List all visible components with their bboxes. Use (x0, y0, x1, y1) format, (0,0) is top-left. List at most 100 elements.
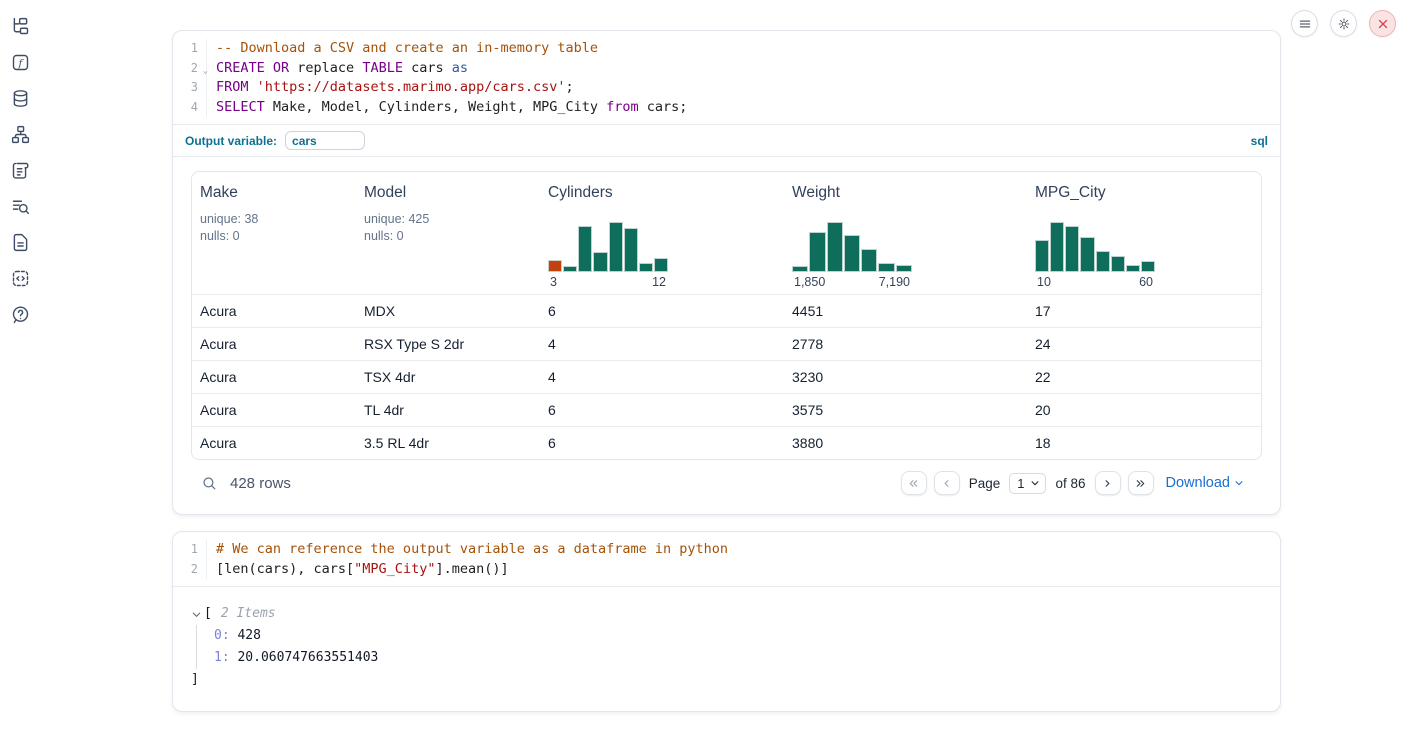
sidebar-item-snippets[interactable] (6, 266, 34, 290)
column-header-model[interactable]: Model unique: 425nulls: 0 (356, 184, 540, 294)
menu-button[interactable] (1291, 10, 1318, 37)
histogram-bar (654, 258, 668, 272)
table-row[interactable]: AcuraTL 4dr6357520 (192, 393, 1261, 426)
histogram-axis-labels: 1060 (1035, 275, 1155, 289)
data-table: Makeunique: 38nulls: 0 Model unique: 425nu… (191, 171, 1262, 460)
file-tree-icon (10, 16, 31, 37)
topbar-controls (1291, 10, 1396, 37)
table-cell: Acura (192, 402, 356, 418)
code-line[interactable]: 4SELECT Make, Model, Cylinders, Weight, … (173, 98, 1280, 118)
pagination: Page 1 of 86 (901, 471, 1154, 495)
page-total-label: of 86 (1055, 476, 1085, 491)
column-name: Weight (792, 184, 1027, 202)
page-label: Page (969, 476, 1001, 491)
sidebar-item-help[interactable] (6, 302, 34, 326)
chevron-right-icon (1102, 478, 1113, 489)
histogram-bar (593, 252, 607, 272)
code-line[interactable]: 2[len(cars), cars["MPG_City"].mean()] (173, 560, 1280, 580)
table-row[interactable]: AcuraRSX Type S 2dr4277824 (192, 327, 1261, 360)
histogram-bar (1096, 251, 1110, 272)
histogram-bar (1065, 226, 1079, 272)
table-cell: 3880 (784, 435, 1027, 451)
search-button[interactable] (201, 475, 218, 492)
table-cell: Acura (192, 369, 356, 385)
shutdown-button[interactable] (1369, 10, 1396, 37)
column-header-cylinders[interactable]: Cylinders312 (540, 184, 784, 294)
tree-entries: 0: 4281: 20.060747663551403 (196, 625, 1280, 669)
histogram-bar (827, 222, 843, 272)
table-row[interactable]: Acura3.5 RL 4dr6388018 (192, 426, 1261, 459)
code-text: # We can reference the output variable a… (207, 540, 728, 560)
logs-icon (10, 196, 31, 217)
output-variable-input[interactable] (285, 131, 365, 150)
prev-page-button[interactable] (934, 471, 960, 495)
next-page-button[interactable] (1095, 471, 1121, 495)
tree-items-count: 2 Items (221, 603, 276, 625)
table-cell: 4 (540, 369, 784, 385)
line-number: 3 (173, 78, 207, 98)
table-cell: 4 (540, 336, 784, 352)
snippets-icon (10, 268, 31, 289)
python-cell: 1# We can reference the output variable … (172, 531, 1281, 712)
first-page-button[interactable] (901, 471, 927, 495)
database-icon (10, 88, 31, 109)
column-histogram[interactable]: 312 (548, 220, 668, 289)
page-select[interactable]: 1 (1009, 473, 1046, 494)
code-line[interactable]: 1-- Download a CSV and create an in-memo… (173, 39, 1280, 59)
column-histogram[interactable]: 1060 (1035, 220, 1155, 289)
tree-collapse-caret[interactable] (191, 609, 202, 620)
sidebar-item-logs[interactable] (6, 194, 34, 218)
table-cell: TL 4dr (356, 402, 540, 418)
language-badge: sql (1251, 134, 1268, 148)
table-row[interactable]: AcuraMDX6445117 (192, 294, 1261, 327)
sidebar-item-file-tree[interactable] (6, 14, 34, 38)
menu-icon (1298, 17, 1312, 31)
settings-button[interactable] (1330, 10, 1357, 37)
last-page-button[interactable] (1128, 471, 1154, 495)
download-button[interactable]: Download (1166, 475, 1245, 491)
sql-code-editor[interactable]: 1-- Download a CSV and create an in-memo… (173, 31, 1280, 124)
tree-open-bracket: [ (204, 603, 212, 625)
histogram-bar (1080, 237, 1094, 272)
line-number: 4 (173, 98, 207, 118)
sidebar-item-function[interactable]: f (6, 50, 34, 74)
sidebar-item-database[interactable] (6, 86, 34, 110)
tree-entry-key: 1: (214, 650, 230, 665)
code-text: -- Download a CSV and create an in-memor… (207, 39, 598, 59)
column-header-mpg_city[interactable]: MPG_City1060 (1027, 184, 1261, 294)
table-cell: TSX 4dr (356, 369, 540, 385)
code-line[interactable]: 3FROM 'https://datasets.marimo.app/cars.… (173, 78, 1280, 98)
table-cell: 2778 (784, 336, 1027, 352)
code-line[interactable]: 2⌄CREATE OR replace TABLE cars as (173, 59, 1280, 79)
sidebar-item-document[interactable] (6, 230, 34, 254)
histogram-bar (1126, 265, 1140, 272)
table-cell: 22 (1027, 369, 1261, 385)
python-code-editor[interactable]: 1# We can reference the output variable … (173, 532, 1280, 586)
chevrons-right-icon (1135, 478, 1146, 489)
chevron-down-icon (1030, 478, 1040, 488)
column-header-make[interactable]: Makeunique: 38nulls: 0 (192, 184, 356, 294)
line-number: 2⌄ (173, 59, 207, 79)
column-name: Model (364, 184, 540, 202)
tree-entry-key: 0: (214, 628, 230, 643)
table-cell: 6 (540, 402, 784, 418)
histogram-bar (1035, 240, 1049, 272)
column-histogram[interactable]: 1,8507,190 (792, 220, 912, 289)
document-icon (10, 232, 31, 253)
column-header-weight[interactable]: Weight 1,8507,190 (784, 184, 1027, 294)
code-text: FROM 'https://datasets.marimo.app/cars.c… (207, 78, 574, 98)
function-icon: f (10, 52, 31, 73)
sidebar-item-scratchpad[interactable] (6, 158, 34, 182)
table-cell: Acura (192, 303, 356, 319)
code-text: [len(cars), cars["MPG_City"].mean()] (207, 560, 509, 580)
code-line[interactable]: 1# We can reference the output variable … (173, 540, 1280, 560)
sidebar-item-dependency-graph[interactable] (6, 122, 34, 146)
table-cell: Acura (192, 435, 356, 451)
table-cell: Acura (192, 336, 356, 352)
table-row[interactable]: AcuraTSX 4dr4323022 (192, 360, 1261, 393)
table-cell: RSX Type S 2dr (356, 336, 540, 352)
histogram-bar (1111, 256, 1125, 272)
column-stats: unique: 425nulls: 0 (364, 211, 540, 245)
histogram-bar (609, 222, 623, 272)
histogram-bar (563, 266, 577, 272)
